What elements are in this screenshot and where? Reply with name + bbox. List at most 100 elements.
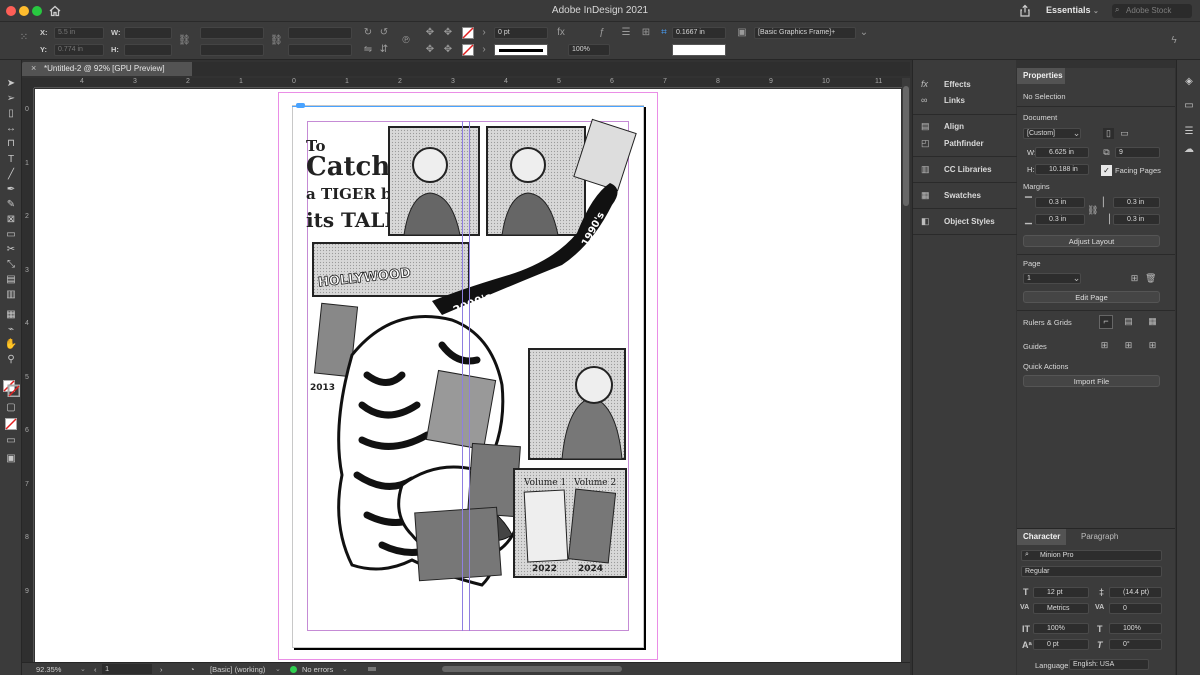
object-style-chevron-icon[interactable]: ⌄ <box>858 27 870 39</box>
y-field[interactable]: 0.774 in <box>54 44 104 56</box>
auto-fit-icon[interactable]: ⊞ <box>640 27 652 39</box>
gap-tool-icon[interactable]: ↔ <box>4 123 18 135</box>
selection-tool-icon[interactable]: ➤ <box>4 78 18 90</box>
margin-right-field[interactable]: 0.3 in <box>1113 214 1160 225</box>
adobe-stock-search[interactable]: ⌕ Adobe Stock <box>1112 4 1192 18</box>
panel-pathfinder[interactable]: ◰ Pathfinder <box>921 135 1017 151</box>
tracking-field[interactable]: 0 <box>1109 603 1162 614</box>
corner-shape-select[interactable] <box>672 44 726 56</box>
rotate-ccw-icon[interactable]: ↺ <box>378 27 390 39</box>
hscroll-left-icon[interactable] <box>368 667 376 671</box>
page-number-field[interactable]: 1 <box>102 664 152 674</box>
stroke-swatch-icon[interactable] <box>462 44 474 56</box>
leading-field[interactable]: (14.4 pt) <box>1109 587 1162 598</box>
errors-chevron-icon[interactable]: ⌄ <box>342 665 348 673</box>
margin-bottom-field[interactable]: 0.3 in <box>1035 214 1085 225</box>
share-icon[interactable] <box>1018 4 1032 18</box>
content-collector-icon[interactable]: ⊓ <box>4 138 18 150</box>
apply-none-icon[interactable] <box>5 418 17 430</box>
line-tool-icon[interactable]: ╱ <box>4 169 18 181</box>
scissors-tool-icon[interactable]: ✂ <box>4 244 18 256</box>
flip-horizontal-icon[interactable]: ⇋ <box>362 44 374 56</box>
zoom-tool-icon[interactable]: ⚲ <box>4 354 18 366</box>
horizontal-scale-field[interactable]: 100% <box>1109 623 1162 634</box>
pencil-tool-icon[interactable]: ✎ <box>4 199 18 211</box>
panel-object-styles[interactable]: ◧ Object Styles <box>921 213 1017 229</box>
object-style-select[interactable]: [Basic Graphics Frame]+ <box>754 27 856 39</box>
reference-point-icon[interactable]: ⁙ <box>18 32 30 44</box>
rotate-cw-icon[interactable]: ↻ <box>362 27 374 39</box>
pages-panel-icon[interactable]: ▭ <box>1183 100 1195 112</box>
scale-x-field[interactable] <box>200 27 264 39</box>
guides-show-icon[interactable]: ⊞ <box>1099 340 1110 351</box>
screen-mode-icon[interactable]: ▣ <box>4 453 18 465</box>
fill-swatch-icon[interactable] <box>462 27 474 39</box>
h-field[interactable] <box>124 44 172 56</box>
pen-tool-icon[interactable]: ✒ <box>4 184 18 196</box>
note-tool-icon[interactable]: ▦ <box>4 309 18 321</box>
preflight-profile[interactable]: [Basic] (working) <box>210 665 265 674</box>
page-nav-prev-icon[interactable]: ‹ <box>94 665 97 674</box>
corner-size-field[interactable]: 0.1667 in <box>672 27 726 39</box>
panel-cc-libraries[interactable]: ▥ CC Libraries <box>921 161 1017 177</box>
profile-chevron-icon[interactable]: ⌄ <box>275 665 281 673</box>
free-transform-tool-icon[interactable]: ⤡ <box>4 259 18 271</box>
path-icon[interactable]: ℗ <box>400 35 412 47</box>
rotation-field[interactable] <box>288 27 352 39</box>
document-grid-icon[interactable]: ▦ <box>1147 316 1158 327</box>
facing-pages-checkbox[interactable]: ✓ <box>1101 165 1112 176</box>
margin-top-field[interactable]: 0.3 in <box>1035 197 1085 208</box>
margin-left-field[interactable]: 0.3 in <box>1113 197 1160 208</box>
stroke-type-select[interactable] <box>494 44 548 56</box>
w-field[interactable] <box>124 27 172 39</box>
baseline-grid-icon[interactable]: ▤ <box>1123 316 1134 327</box>
portrait-orientation-icon[interactable]: ▯ <box>1103 128 1114 139</box>
cc-libraries-side-icon[interactable]: ☁ <box>1183 144 1195 156</box>
zoom-chevron-icon[interactable]: ⌄ <box>80 665 86 673</box>
preflight-status[interactable]: No errors <box>302 665 333 674</box>
pages-count-field[interactable]: 9 <box>1115 147 1160 158</box>
ruler-origin[interactable] <box>22 78 34 88</box>
stroke-weight-field[interactable]: 0 pt <box>494 27 548 39</box>
corner-options-icon[interactable]: ⌗ <box>658 27 670 39</box>
horizontal-ruler[interactable]: 4 3 2 1 0 1 2 3 4 5 6 7 8 9 10 11 <box>34 78 902 88</box>
page-nav-next-icon[interactable]: › <box>160 665 163 674</box>
zoom-level[interactable]: 92.35% <box>36 665 61 674</box>
add-page-icon[interactable]: ⊞ <box>1129 273 1140 284</box>
smart-guides-icon[interactable]: ⊞ <box>1147 340 1158 351</box>
scrollbar-thumb[interactable] <box>903 86 909 206</box>
select-next-icon[interactable]: ✥ <box>442 44 454 56</box>
stroke-menu-icon[interactable]: › <box>478 44 490 56</box>
landscape-orientation-icon[interactable]: ▭ <box>1119 128 1130 139</box>
select-content-icon[interactable]: ✥ <box>442 27 454 39</box>
font-style-select[interactable]: Regular <box>1021 566 1162 577</box>
horizontal-scrollbar-thumb[interactable] <box>442 666 622 672</box>
object-style-icon[interactable]: ▣ <box>736 27 748 39</box>
tab-properties[interactable]: Properties <box>1017 68 1065 84</box>
baseline-shift-field[interactable]: 0 pt <box>1033 639 1089 650</box>
doc-width-field[interactable]: 6.625 in <box>1035 147 1089 158</box>
language-select[interactable]: English: USA <box>1069 659 1149 670</box>
kerning-field[interactable]: Metrics <box>1033 603 1089 614</box>
guides-lock-icon[interactable]: ⊞ <box>1123 340 1134 351</box>
doc-height-field[interactable]: 10.188 in <box>1035 164 1089 175</box>
vertical-scale-field[interactable]: 100% <box>1033 623 1089 634</box>
panel-links[interactable]: ∞ Links <box>921 92 1017 108</box>
formatting-container-icon[interactable]: ▢ <box>4 402 18 414</box>
opacity-field[interactable]: 100% <box>568 44 610 56</box>
vertical-ruler[interactable]: 0 1 2 3 4 5 6 7 8 9 <box>22 88 34 662</box>
rectangle-frame-tool-icon[interactable]: ⊠ <box>4 214 18 226</box>
delete-page-icon[interactable]: 🗑 <box>1145 273 1156 284</box>
opacity-icon[interactable]: fx <box>555 27 567 39</box>
panel-effects[interactable]: fx Effects <box>921 76 1017 92</box>
preflight-profile-icon[interactable]: ◔ <box>190 665 195 674</box>
type-tool-icon[interactable]: T <box>4 154 18 166</box>
vertical-scrollbar[interactable] <box>902 78 910 662</box>
lightning-icon[interactable]: ϟ <box>1168 35 1180 47</box>
properties-icon[interactable]: ◈ <box>1183 76 1195 88</box>
scale-y-field[interactable] <box>200 44 264 56</box>
hand-tool-icon[interactable]: ✋ <box>4 339 18 351</box>
font-size-field[interactable]: 12 pt <box>1033 587 1089 598</box>
font-family-select[interactable]: ⌕ Minion Pro <box>1021 550 1162 561</box>
shear-field[interactable] <box>288 44 352 56</box>
